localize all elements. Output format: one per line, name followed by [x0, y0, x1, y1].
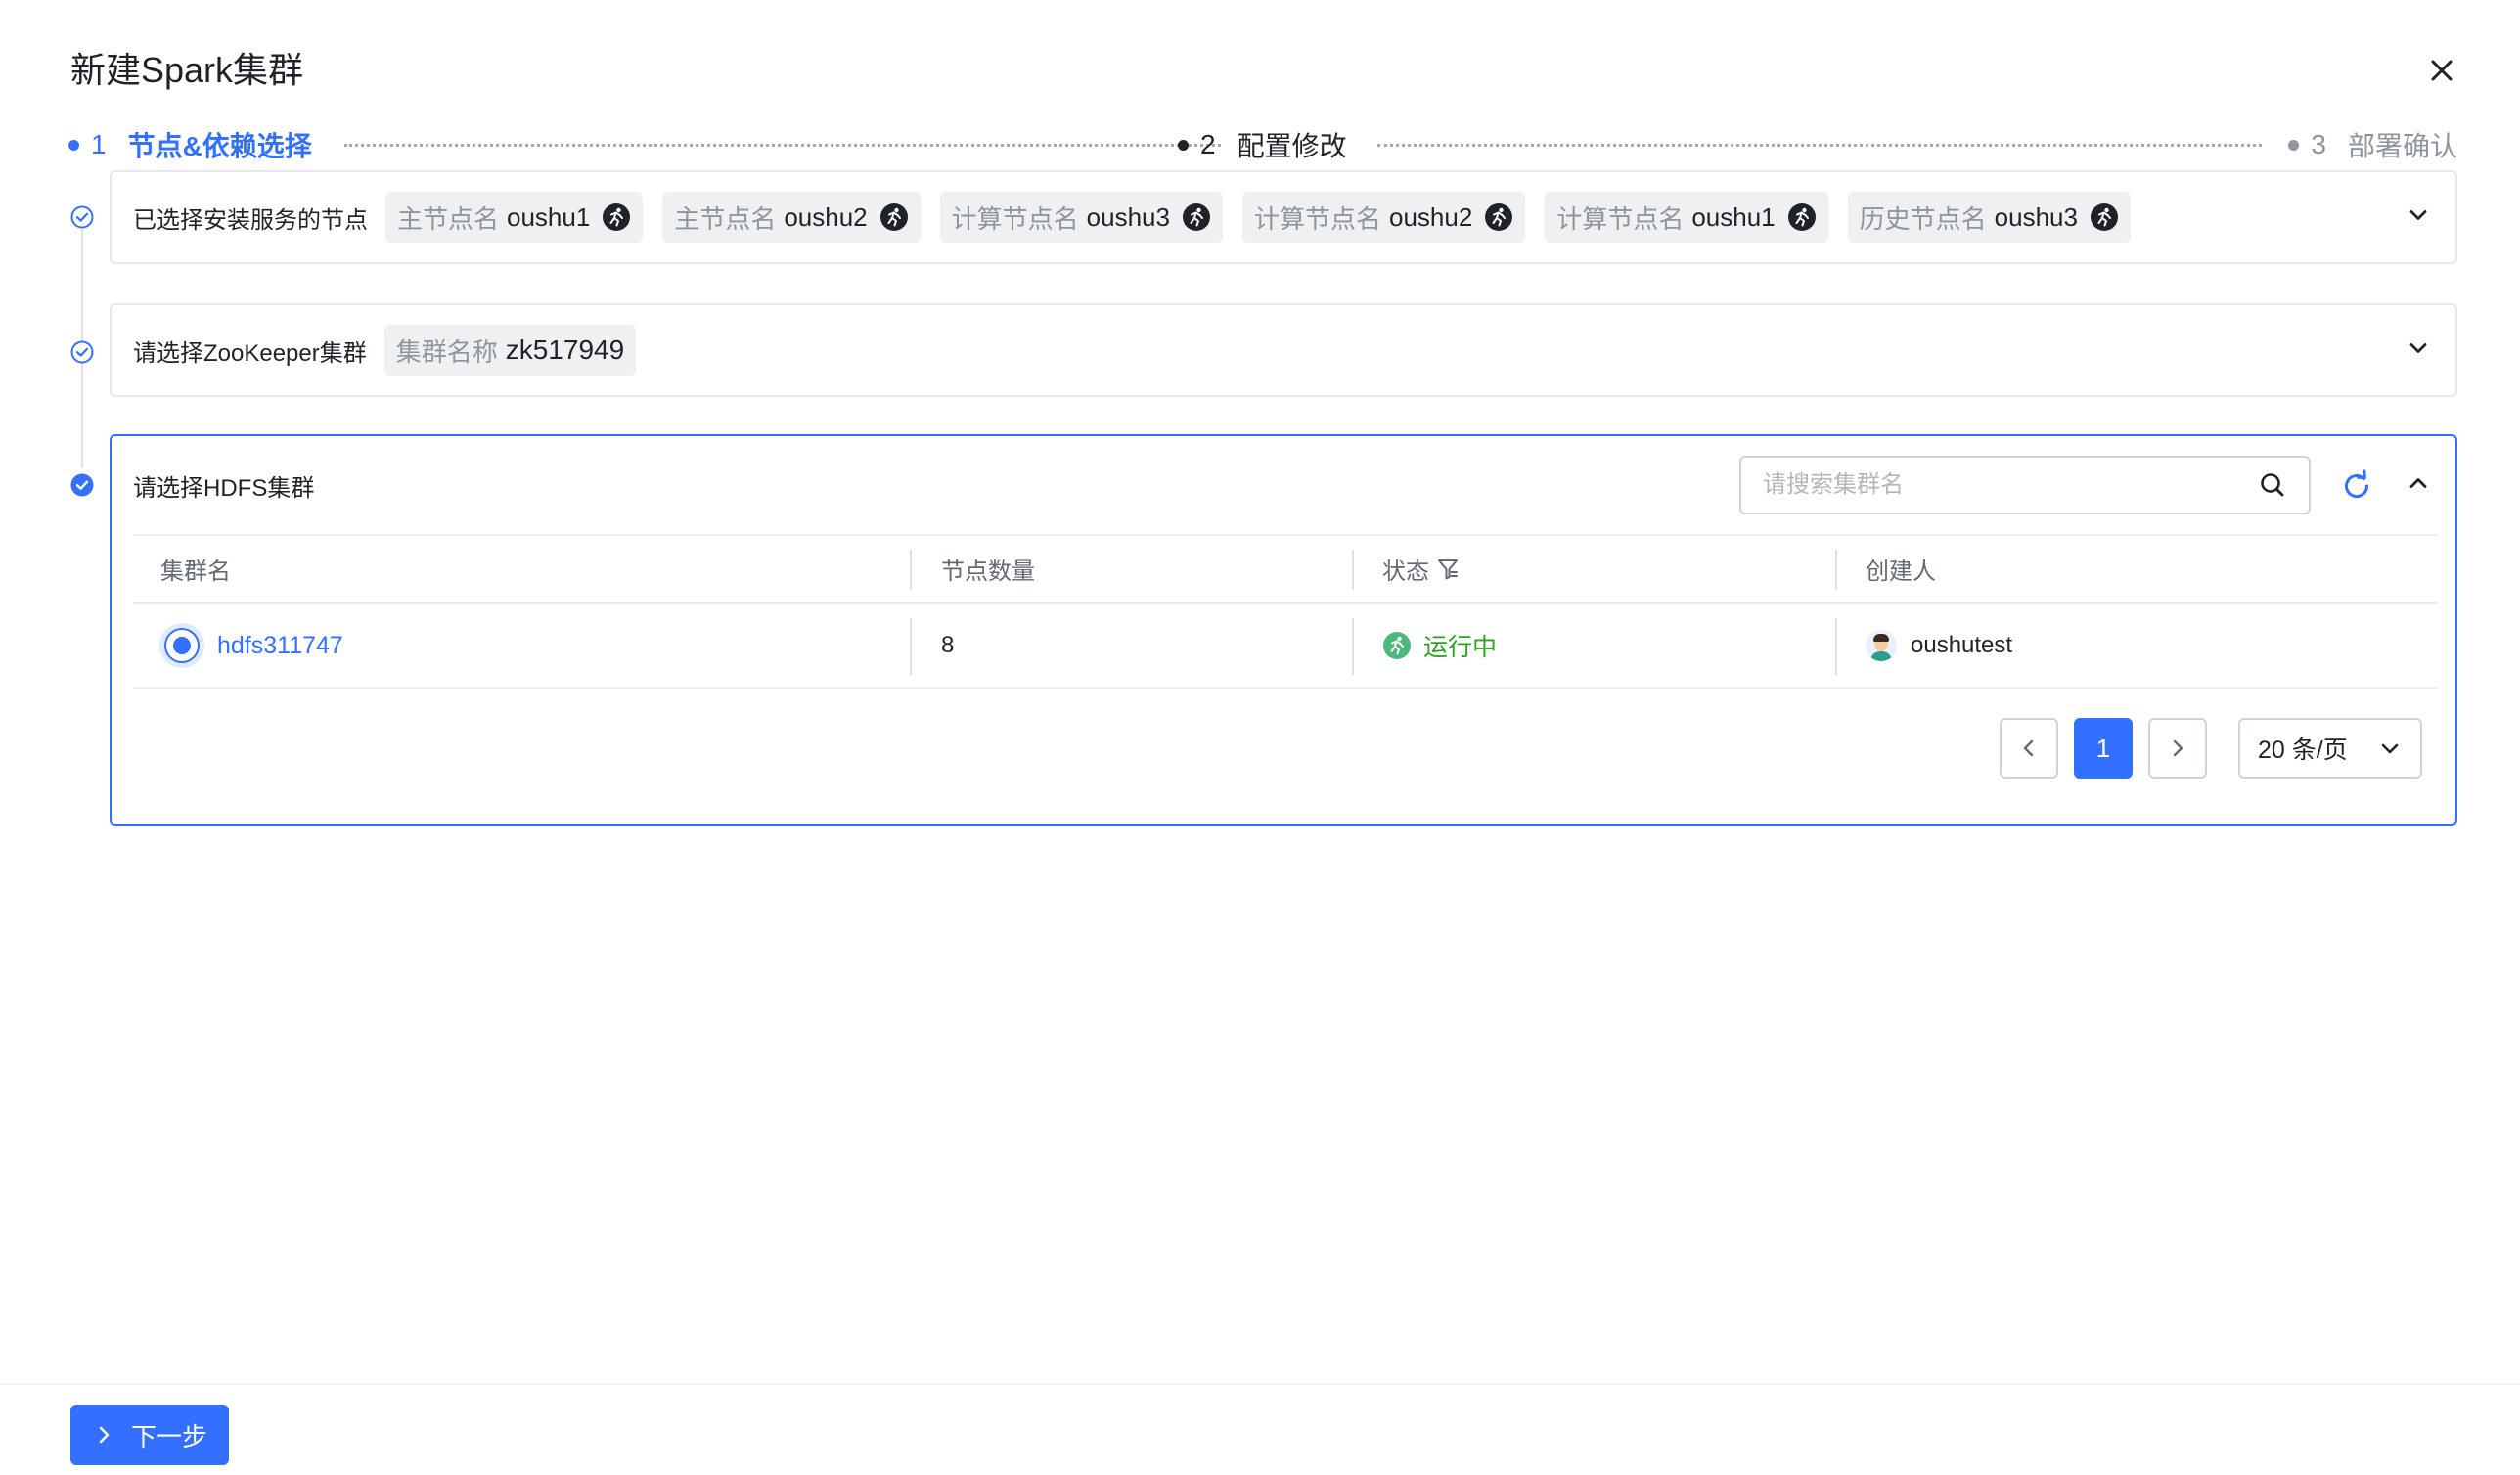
step-1[interactable]: 1 节点&依赖选择 — [68, 125, 312, 164]
page-size-value: 20 条/页 — [2258, 737, 2348, 764]
running-icon — [603, 203, 631, 231]
creator-cell: oushutest — [1866, 604, 2012, 687]
column-header-status-label: 状态 — [1382, 559, 1429, 585]
chevron-down-icon[interactable] — [2405, 335, 2432, 362]
hdfs-card: 请选择HDFS集群 集群名 节点数量 状态 创建人 — [110, 434, 2457, 826]
column-divider — [1835, 618, 1837, 675]
status-cell: 运行中 — [1382, 604, 1497, 687]
step-dot — [1178, 139, 1189, 151]
search-icon[interactable] — [2258, 470, 2287, 500]
card-label: 请选择HDFS集群 — [133, 474, 315, 502]
check-circle-icon — [69, 204, 95, 230]
node-tag: 计算节点名 oushu2 — [1241, 192, 1526, 243]
dialog-title: 新建Spark集群 — [70, 50, 304, 90]
chevron-right-icon — [2173, 739, 2183, 757]
step-dot — [2288, 139, 2300, 151]
table-row[interactable]: hdfs311747 8 运行中 oushutest — [133, 604, 2438, 689]
chevron-left-icon — [2023, 739, 2034, 757]
column-divider — [1352, 550, 1354, 590]
column-header-status: 状态 — [1382, 536, 1459, 602]
filter-icon[interactable] — [1437, 558, 1459, 581]
step-connector — [1377, 144, 2262, 147]
hdfs-cluster-table: 集群名 节点数量 状态 创建人 hdfs311747 8 运行中 oushute… — [133, 534, 2438, 689]
step-number: 1 — [91, 129, 107, 159]
table-header: 集群名 节点数量 状态 创建人 — [133, 534, 2438, 604]
status-text: 运行中 — [1423, 634, 1498, 661]
running-icon — [1182, 203, 1210, 231]
page-size-select[interactable]: 20 条/页 — [2238, 718, 2422, 779]
selected-nodes-card: 已选择安装服务的节点 主节点名 oushu1 主节点名 oushu2 计算节点名 ou… — [110, 170, 2457, 264]
step-3[interactable]: 3 部署确认 — [2288, 125, 2457, 164]
creator-name: oushutest — [1911, 632, 2013, 658]
running-icon — [2090, 203, 2118, 231]
zookeeper-tag: 集群名称 zk517949 — [383, 325, 637, 376]
running-status-icon — [1383, 632, 1411, 659]
node-tag: 计算节点名 oushu1 — [1545, 192, 1828, 243]
column-divider — [910, 550, 912, 590]
avatar — [1866, 630, 1897, 661]
cluster-search-box — [1739, 456, 2311, 514]
step-connector — [344, 144, 1221, 147]
chevron-down-icon — [2381, 743, 2399, 754]
column-divider — [1835, 550, 1837, 590]
column-header-name: 集群名 — [160, 559, 231, 585]
column-divider — [910, 618, 912, 675]
card-header: 已选择安装服务的节点 主节点名 oushu1 主节点名 oushu2 计算节点名 ou… — [133, 172, 2150, 262]
step-label: 配置修改 — [1237, 131, 1347, 161]
cluster-name-link[interactable]: hdfs311747 — [217, 632, 343, 660]
zookeeper-card: 请选择ZooKeeper集群 集群名称 zk517949 — [110, 303, 2457, 397]
column-header-creator: 创建人 — [1866, 559, 1936, 585]
node-tag: 主节点名 oushu2 — [662, 192, 921, 243]
chevron-down-icon[interactable] — [2405, 201, 2432, 229]
column-header-nodes: 节点数量 — [941, 559, 1035, 585]
running-icon — [1485, 203, 1513, 231]
chevron-up-icon[interactable] — [2405, 469, 2432, 497]
running-icon — [1787, 203, 1816, 231]
close-icon[interactable] — [2422, 51, 2461, 90]
step-label: 部署确认 — [2347, 131, 2457, 161]
card-label: 已选择安装服务的节点 — [133, 206, 368, 234]
step-number: 2 — [1200, 129, 1216, 159]
step-label: 节点&依赖选择 — [127, 131, 312, 161]
cluster-search-input[interactable] — [1763, 471, 2258, 499]
check-circle-icon — [69, 339, 95, 365]
steps-bar: 1 节点&依赖选择 2 配置修改 3 部署确认 — [68, 125, 2457, 164]
pagination: 1 20 条/页 — [112, 718, 2455, 779]
step-2[interactable]: 2 配置修改 — [1178, 125, 1347, 164]
card-header: 请选择HDFS集群 — [133, 436, 332, 534]
node-tag: 主节点名 oushu1 — [385, 192, 644, 243]
next-step-label: 下一步 — [130, 1421, 207, 1452]
card-label: 请选择ZooKeeper集群 — [133, 339, 367, 367]
cluster-name-cell: hdfs311747 — [160, 604, 343, 687]
footer-divider — [0, 1383, 2520, 1385]
running-icon — [879, 203, 908, 231]
check-circle-filled-icon — [69, 472, 95, 498]
node-count-cell: 8 — [941, 632, 955, 658]
refresh-icon[interactable] — [2340, 469, 2373, 503]
card-header: 请选择ZooKeeper集群 集群名称 zk517949 — [133, 305, 655, 395]
next-page-button[interactable] — [2148, 718, 2207, 779]
column-divider — [1352, 618, 1354, 675]
prev-page-button[interactable] — [2000, 718, 2058, 779]
chevron-right-icon — [99, 1426, 110, 1444]
step-dot — [68, 139, 79, 151]
step-number: 3 — [2311, 129, 2326, 159]
next-step-button[interactable]: 下一步 — [70, 1405, 229, 1465]
status-badge: 运行中 — [1382, 628, 1497, 663]
node-tag: 计算节点名 oushu3 — [939, 192, 1223, 243]
node-tag: 历史节点名 oushu3 — [1847, 192, 2131, 243]
row-radio[interactable] — [164, 628, 200, 663]
page-1-button[interactable]: 1 — [2074, 718, 2133, 779]
